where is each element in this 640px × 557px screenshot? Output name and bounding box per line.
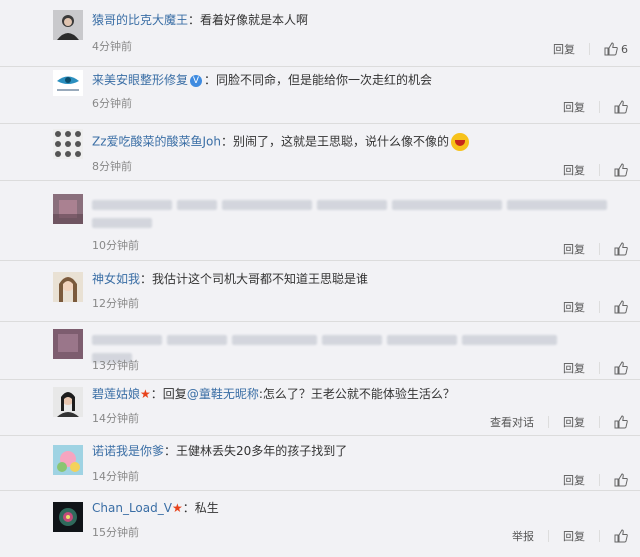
- blurred-comment-text: [92, 331, 620, 363]
- username-link[interactable]: 诺诺我是你爹: [92, 444, 164, 458]
- divider: [548, 530, 549, 542]
- divider: [599, 164, 600, 176]
- comment-item: 10分钟前 回复: [0, 180, 640, 261]
- avatar[interactable]: [53, 445, 83, 475]
- comment-item: Chan_Load_V★：私生 15分钟前 举报 回复: [0, 490, 640, 556]
- laughing-emoji-icon: [451, 133, 470, 151]
- like-button[interactable]: [614, 100, 628, 114]
- avatar[interactable]: [53, 10, 83, 40]
- comment-time: 15分钟前: [92, 526, 139, 539]
- comment-item: 来美安眼整形修复 V ：同脸不同命，但是能给你一次走红的机会 6分钟前 回复: [0, 66, 640, 124]
- comment-separator: ：: [204, 73, 217, 87]
- comment-time: 8分钟前: [92, 160, 132, 173]
- comment-item: 13分钟前 回复: [0, 321, 640, 380]
- comment-text: 同脸不同命，但是能给你一次走红的机会: [216, 73, 433, 87]
- star-badge-icon: ★: [140, 387, 151, 401]
- comment-separator: ：: [150, 387, 163, 401]
- comment-separator: ：: [221, 134, 234, 149]
- comment-item: 神女如我：我估计这个司机大哥都不知道王思聪是谁 12分钟前 回复: [0, 260, 640, 322]
- divider: [599, 474, 600, 486]
- reply-button[interactable]: 回复: [563, 472, 585, 488]
- report-button[interactable]: 举报: [512, 528, 534, 544]
- like-button[interactable]: [614, 300, 628, 314]
- avatar[interactable]: [53, 129, 83, 159]
- comment-item: Zz爱吃酸菜的酸菜鱼Joh：别闹了，这就是王思聪，说什么像不像的 8分钟前 回复: [0, 123, 640, 181]
- like-count: 6: [621, 42, 628, 56]
- thumbs-up-icon: [614, 473, 628, 487]
- comment-text: 我估计这个司机大哥都不知道王思聪是谁: [152, 272, 369, 286]
- comment-text: 看着好像就是本人啊: [200, 13, 309, 27]
- comment-time: 10分钟前: [92, 239, 139, 252]
- username-link[interactable]: Zz爱吃酸菜的酸菜鱼Joh: [92, 135, 221, 149]
- like-button[interactable]: [614, 473, 628, 487]
- username-link[interactable]: 来美安眼整形修复: [92, 73, 188, 87]
- comment-time: 14分钟前: [92, 412, 139, 425]
- like-button[interactable]: 6: [604, 42, 628, 56]
- comment-time: 12分钟前: [92, 297, 139, 310]
- comment-text: 私生: [194, 501, 219, 515]
- comment-separator: ：: [182, 501, 195, 515]
- reply-button[interactable]: 回复: [563, 528, 585, 544]
- comment-separator: ：: [140, 272, 153, 286]
- reply-button[interactable]: 回复: [563, 99, 585, 115]
- reply-button[interactable]: 回复: [553, 41, 575, 57]
- divider: [599, 362, 600, 374]
- thumbs-up-icon: [614, 163, 628, 177]
- comment-time: 13分钟前: [92, 359, 139, 372]
- comment-time: 14分钟前: [92, 470, 139, 483]
- username-link[interactable]: 猿哥的比克大魔王: [92, 13, 188, 27]
- avatar[interactable]: [53, 387, 83, 417]
- reply-button[interactable]: 回复: [563, 299, 585, 315]
- avatar[interactable]: [53, 194, 83, 224]
- like-button[interactable]: [614, 415, 628, 429]
- comment-separator: ：: [164, 444, 177, 458]
- divider: [599, 301, 600, 313]
- comment-time: 4分钟前: [92, 40, 132, 53]
- star-badge-icon: ★: [171, 501, 183, 515]
- thumbs-up-icon: [604, 42, 618, 56]
- avatar[interactable]: [53, 272, 83, 302]
- mention-link[interactable]: @童鞋无昵称: [187, 387, 259, 401]
- thumbs-up-icon: [614, 242, 628, 256]
- like-button[interactable]: [614, 242, 628, 256]
- divider: [548, 416, 549, 428]
- comment-text: 王健林丢失20多年的孩子找到了: [176, 444, 348, 458]
- username-link[interactable]: Chan_Load_V: [92, 501, 172, 515]
- avatar[interactable]: [53, 329, 83, 359]
- comment-text: 怎么了？王老公就不能体验生活么？: [262, 387, 455, 401]
- divider: [599, 243, 600, 255]
- username-link[interactable]: 神女如我: [92, 272, 140, 286]
- divider: [589, 43, 590, 55]
- comment-item: 猿哥的比克大魔王：看着好像就是本人啊 4分钟前 回复 6: [0, 10, 640, 67]
- thumbs-up-icon: [614, 300, 628, 314]
- like-button[interactable]: [614, 529, 628, 543]
- comment-text: 别闹了，这就是王思聪，说什么像不像的: [233, 134, 450, 149]
- reply-button[interactable]: 回复: [563, 360, 585, 376]
- comment-item: 碧莲姑娘★：回复@童鞋无昵称:怎么了？王老公就不能体验生活么？ 14分钟前 查看…: [0, 379, 640, 436]
- like-button[interactable]: [614, 361, 628, 375]
- reply-button[interactable]: 回复: [563, 414, 585, 430]
- thumbs-up-icon: [614, 415, 628, 429]
- divider: [599, 530, 600, 542]
- comment-separator: ：: [188, 13, 201, 27]
- avatar[interactable]: [53, 502, 83, 532]
- verified-icon: V: [190, 74, 203, 87]
- reply-button[interactable]: 回复: [563, 162, 585, 178]
- like-button[interactable]: [614, 163, 628, 177]
- divider: [599, 101, 600, 113]
- thumbs-up-icon: [614, 361, 628, 375]
- view-conversation-button[interactable]: 查看对话: [490, 414, 534, 430]
- reply-prefix: 回复: [162, 387, 187, 401]
- avatar[interactable]: [53, 70, 83, 100]
- thumbs-up-icon: [614, 100, 628, 114]
- username-link[interactable]: 碧莲姑娘: [92, 387, 140, 401]
- comment-item: 诺诺我是你爹：王健林丢失20多年的孩子找到了 14分钟前 回复: [0, 435, 640, 491]
- thumbs-up-icon: [614, 529, 628, 543]
- reply-button[interactable]: 回复: [563, 241, 585, 257]
- blurred-comment-text: [92, 196, 620, 228]
- comment-time: 6分钟前: [92, 97, 132, 110]
- divider: [599, 416, 600, 428]
